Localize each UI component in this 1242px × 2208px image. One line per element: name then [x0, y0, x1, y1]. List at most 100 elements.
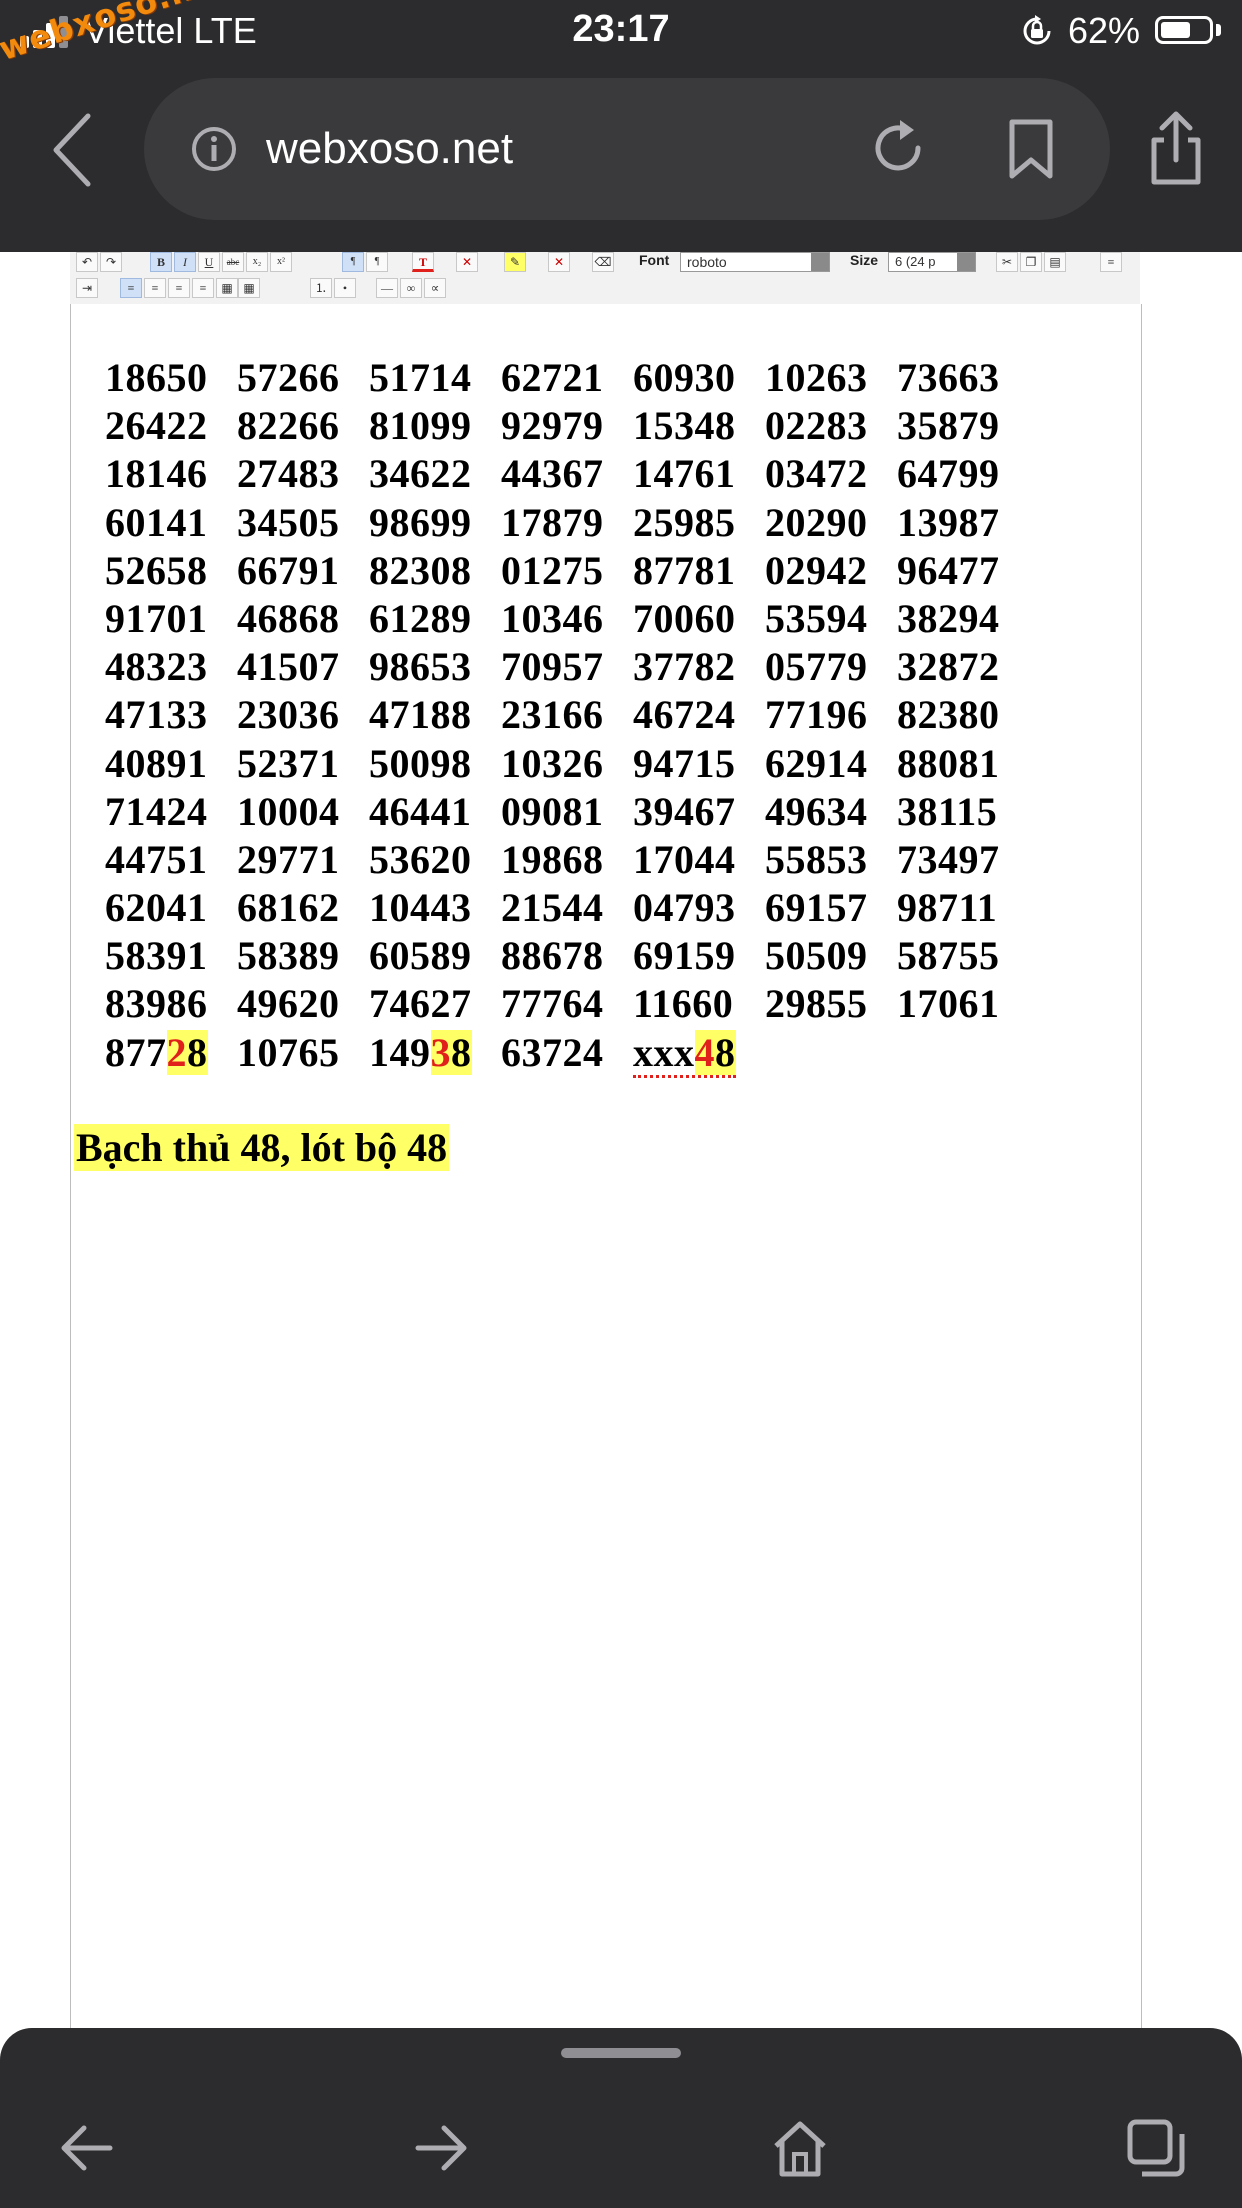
size-label: Size [850, 252, 879, 268]
number-cell: 91701 [105, 595, 208, 641]
status-bar: Viettel LTE webxoso.net 23:17 62% [0, 0, 1242, 68]
number-cell: 73497 [897, 836, 1000, 882]
number-cell: 82308 [369, 547, 472, 593]
grabber-handle[interactable] [561, 2048, 681, 2058]
bullet-list-icon[interactable]: • [334, 278, 356, 298]
editor-content[interactable]: 18650 57266 51714 62721 60930 10263 73663 26422… [70, 304, 1142, 2054]
number-cell: 10765 [237, 1029, 340, 1075]
number-cell: 57266 [237, 355, 340, 400]
number-cell: 63724 [501, 1029, 604, 1075]
number-cell: 04793 [633, 885, 736, 931]
indent-icon[interactable]: ⇥ [76, 278, 98, 298]
bookmark-icon[interactable] [1006, 118, 1056, 180]
bold-icon[interactable]: B [150, 252, 172, 272]
number-cell: 87781 [633, 547, 736, 593]
cut-icon[interactable]: ✂ [996, 252, 1018, 272]
address-bar[interactable]: webxoso.net [144, 78, 1110, 220]
italic-icon[interactable]: I [174, 252, 196, 272]
eraser-icon[interactable]: ⌫ [592, 252, 614, 272]
highlighted-tail: 48 [694, 1029, 736, 1075]
number-row: 91701 46868 61289 10346 70060 53594 38294 [105, 595, 1029, 643]
copy-icon[interactable]: ❐ [1020, 252, 1042, 272]
chevron-down-icon [811, 253, 829, 271]
home-icon[interactable] [770, 2118, 830, 2178]
highlighted-tail: 38 [430, 1029, 472, 1075]
black-digit: 8 [187, 1029, 208, 1075]
number-row-last: 87728 10765 14938 63724 xxx48 [105, 1029, 1029, 1078]
info-icon[interactable] [190, 125, 238, 173]
number-cell: 21544 [501, 885, 604, 931]
number-row: 83986 49620 74627 77764 11660 29855 17061 [105, 980, 1029, 1028]
font-label: Font [639, 252, 670, 268]
number-cell: 18146 [105, 451, 208, 497]
number-row: 58391 58389 60589 88678 69159 50509 58755 [105, 932, 1029, 980]
number-cell: 50509 [765, 933, 868, 979]
number-cell: 09081 [501, 788, 604, 834]
chevron-left-icon[interactable] [48, 112, 98, 188]
strikethrough-icon[interactable]: abc [222, 252, 244, 272]
align-right-icon[interactable]: ≡ [168, 278, 190, 298]
undo-icon[interactable]: ↶ [76, 252, 98, 272]
number-cell: 61289 [369, 595, 472, 641]
url-text[interactable]: webxoso.net [266, 124, 513, 174]
number-cell: 41507 [237, 644, 340, 690]
justify-icon[interactable]: ≡ [192, 278, 214, 298]
number-cell: 25985 [633, 499, 736, 545]
subscript-icon[interactable]: x₂ [246, 252, 268, 272]
number-cell: 55853 [765, 836, 868, 882]
font-select[interactable]: roboto [680, 252, 830, 272]
number-row: 18146 27483 34622 44367 14761 03472 64799 [105, 450, 1029, 498]
table-icon[interactable]: ▦ [238, 278, 260, 298]
align-center-icon[interactable]: ≡ [144, 278, 166, 298]
number-row: 26422 82266 81099 92979 15348 02283 35879 [105, 402, 1029, 450]
number-cell: 17879 [501, 499, 604, 545]
number-cell: 98711 [897, 885, 998, 931]
number-cell: 13987 [897, 499, 1000, 545]
number-cell-text: 87728 [105, 1029, 208, 1075]
number-cell: 38115 [897, 788, 998, 834]
share-icon[interactable] [1148, 110, 1204, 186]
number-cell: 81099 [369, 403, 472, 449]
reload-icon[interactable] [868, 118, 928, 178]
number-cell: 58389 [237, 933, 340, 979]
number-grid: 18650 57266 51714 62721 60930 10263 73663 26422… [105, 354, 1029, 1078]
source-icon[interactable]: ≡ [1100, 252, 1122, 272]
clock: 23:17 [572, 8, 670, 50]
number-cell: 47188 [369, 692, 472, 738]
number-cell: 11660 [633, 981, 734, 1027]
highlight-color-icon[interactable]: ✎ [504, 252, 526, 272]
font-select-value: roboto [687, 254, 727, 270]
number-cell: xxx48 [633, 1029, 765, 1078]
horizontal-rule-icon[interactable]: — [376, 278, 398, 298]
remove-format-icon[interactable]: ✕ [456, 252, 478, 272]
number-cell: 48323 [105, 644, 208, 690]
text-color-icon[interactable]: T [412, 252, 434, 272]
ltr-icon[interactable]: ¶ [342, 252, 364, 272]
align-left-icon[interactable]: ≡ [120, 278, 142, 298]
number-cell: 58755 [897, 933, 1000, 979]
rtl-icon[interactable]: ¶ [366, 252, 388, 272]
redo-icon[interactable]: ↷ [100, 252, 122, 272]
paste-icon[interactable]: ▤ [1044, 252, 1066, 272]
number-cell: 82266 [237, 403, 340, 449]
numbered-list-icon[interactable]: ⒈ [310, 278, 332, 298]
back-arrow-icon[interactable] [56, 2118, 116, 2178]
number-cell: 77196 [765, 692, 868, 738]
underline-icon[interactable]: U [198, 252, 220, 272]
clear-highlight-icon[interactable]: ✕ [548, 252, 570, 272]
black-digit: 8 [715, 1029, 736, 1075]
number-cell: 49634 [765, 788, 868, 834]
tabs-icon[interactable] [1126, 2118, 1186, 2178]
forward-arrow-icon[interactable] [412, 2118, 472, 2178]
number-cell: 69159 [633, 933, 736, 979]
link-icon[interactable]: ∞ [400, 278, 422, 298]
size-select[interactable]: 6 (24 p [888, 252, 976, 272]
number-cell: 15348 [633, 403, 736, 449]
align-full-icon[interactable]: ▦ [216, 278, 238, 298]
unlink-icon[interactable]: ∝ [424, 278, 446, 298]
superscript-icon[interactable]: x² [270, 252, 292, 272]
number-cell: 92979 [501, 403, 604, 449]
number-cell: 66791 [237, 547, 340, 593]
number-prefix: 877 [105, 1029, 167, 1075]
number-row: 71424 10004 46441 09081 39467 49634 38115 [105, 788, 1029, 836]
